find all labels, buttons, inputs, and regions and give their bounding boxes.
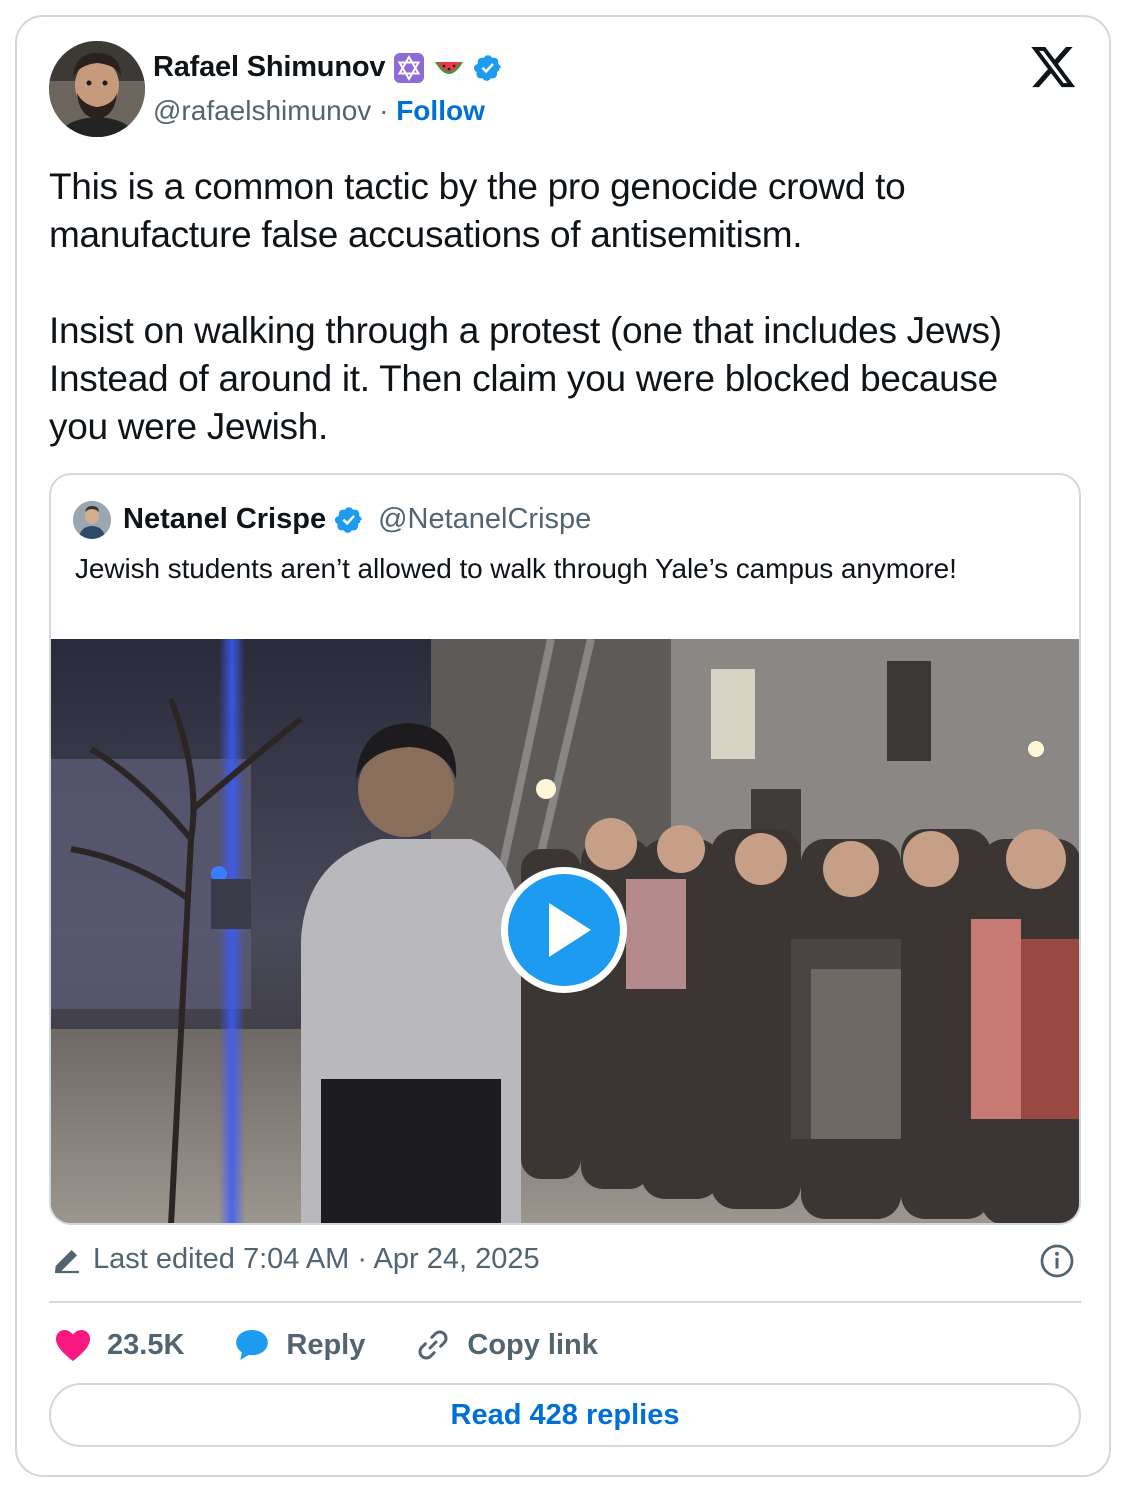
quoted-author-avatar[interactable] <box>73 501 111 539</box>
quoted-author-handle[interactable]: @NetanelCrispe <box>378 503 591 536</box>
star-of-david-icon <box>394 52 425 83</box>
verified-badge-icon <box>335 506 362 533</box>
action-bar: 23.5K Reply Copy link <box>53 1323 598 1367</box>
reply-button[interactable]: Reply <box>232 1325 365 1365</box>
tweet-text: This is a common tactic by the pro genoc… <box>49 163 1059 451</box>
info-icon[interactable] <box>1039 1243 1075 1279</box>
edit-meta-row: Last edited 7:04 AM · Apr 24, 2025 <box>51 1243 540 1276</box>
tweet-paragraph: Insist on walking through a protest (one… <box>49 310 1002 447</box>
embedded-tweet-card: Rafael Shimunov @rafaelshimunov · Follow… <box>15 15 1111 1477</box>
author-name[interactable]: Rafael Shimunov <box>153 51 385 84</box>
author-handle[interactable]: @rafaelshimunov <box>153 95 371 126</box>
pencil-icon <box>55 1249 79 1273</box>
watermelon-icon <box>435 61 464 74</box>
reply-label: Reply <box>286 1328 366 1361</box>
link-icon <box>418 1330 448 1360</box>
quoted-author-row: Netanel Crispe @NetanelCrispe <box>123 503 591 536</box>
video-thumbnail[interactable] <box>51 639 1079 1223</box>
quoted-author-name[interactable]: Netanel Crispe <box>123 503 326 536</box>
author-name-row: Rafael Shimunov <box>153 51 503 84</box>
author-avatar[interactable] <box>49 41 145 137</box>
play-button[interactable] <box>499 865 629 995</box>
read-replies-button[interactable]: Read 428 replies <box>49 1383 1081 1447</box>
last-edited-text[interactable]: Last edited 7:04 AM · Apr 24, 2025 <box>93 1243 540 1276</box>
quoted-tweet-text: Jewish students aren’t allowed to walk t… <box>75 553 957 584</box>
quoted-tweet[interactable]: Netanel Crispe @NetanelCrispe Jewish stu… <box>49 473 1081 1225</box>
like-button[interactable]: 23.5K <box>53 1325 184 1365</box>
verified-badge-icon <box>474 54 502 81</box>
divider <box>49 1301 1081 1303</box>
separator-dot: · <box>379 95 389 126</box>
copy-link-button[interactable]: Copy link <box>413 1325 598 1365</box>
x-logo-icon[interactable] <box>1031 47 1077 89</box>
author-handle-row: @rafaelshimunov · Follow <box>153 95 485 127</box>
copy-link-label: Copy link <box>467 1328 598 1361</box>
speech-bubble-icon <box>236 1330 269 1360</box>
heart-icon <box>56 1330 90 1361</box>
tweet-paragraph: This is a common tactic by the pro genoc… <box>49 166 906 255</box>
like-count: 23.5K <box>107 1328 185 1361</box>
follow-link[interactable]: Follow <box>396 95 485 126</box>
